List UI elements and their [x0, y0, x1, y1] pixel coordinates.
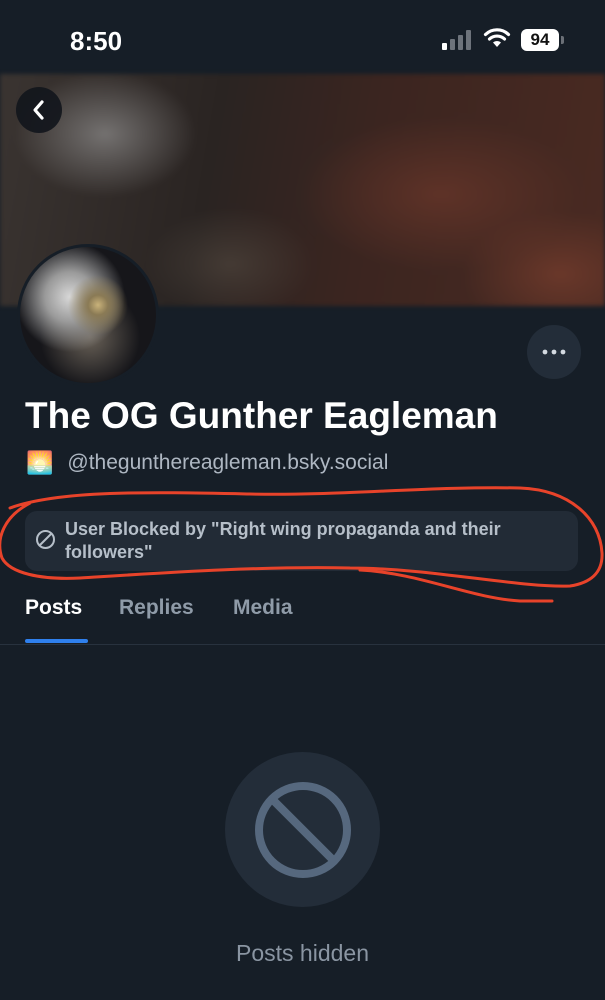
profile-screen: 8:50 94 The OG Gunther Eagleman 🌅 @thegu…	[0, 0, 605, 1000]
status-bar: 8:50 94	[0, 0, 605, 74]
profile-tabs: Posts Replies Media	[0, 590, 605, 644]
battery-level: 94	[530, 30, 550, 49]
tabs-divider	[0, 644, 605, 645]
chevron-left-icon	[33, 100, 44, 120]
signal-icon	[442, 30, 471, 50]
back-button[interactable]	[16, 87, 62, 133]
more-options-button[interactable]	[527, 325, 581, 379]
blocked-notice-text: User Blocked by "Right wing propaganda a…	[65, 519, 501, 562]
tab-posts[interactable]: Posts	[25, 596, 82, 620]
avatar[interactable]	[17, 244, 159, 386]
sunrise-emoji: 🌅	[26, 450, 54, 476]
battery-icon: 94	[521, 29, 559, 51]
tab-media[interactable]: Media	[233, 596, 293, 620]
block-small-icon	[36, 530, 55, 549]
ellipsis-icon	[542, 349, 566, 355]
battery-nub	[561, 36, 564, 44]
posts-hidden-badge	[225, 752, 380, 907]
active-tab-indicator	[25, 639, 88, 643]
tab-replies[interactable]: Replies	[119, 596, 194, 620]
status-time: 8:50	[70, 26, 123, 56]
wifi-icon	[483, 28, 511, 47]
handle: @thegunthereagleman.bsky.social	[67, 451, 389, 474]
display-name: The OG Gunther Eagleman	[25, 395, 498, 436]
handle-row: 🌅 @thegunthereagleman.bsky.social	[26, 449, 388, 477]
blocked-notice[interactable]: User Blocked by "Right wing propaganda a…	[25, 511, 578, 571]
block-icon	[254, 781, 351, 878]
posts-hidden-text: Posts hidden	[236, 940, 369, 966]
